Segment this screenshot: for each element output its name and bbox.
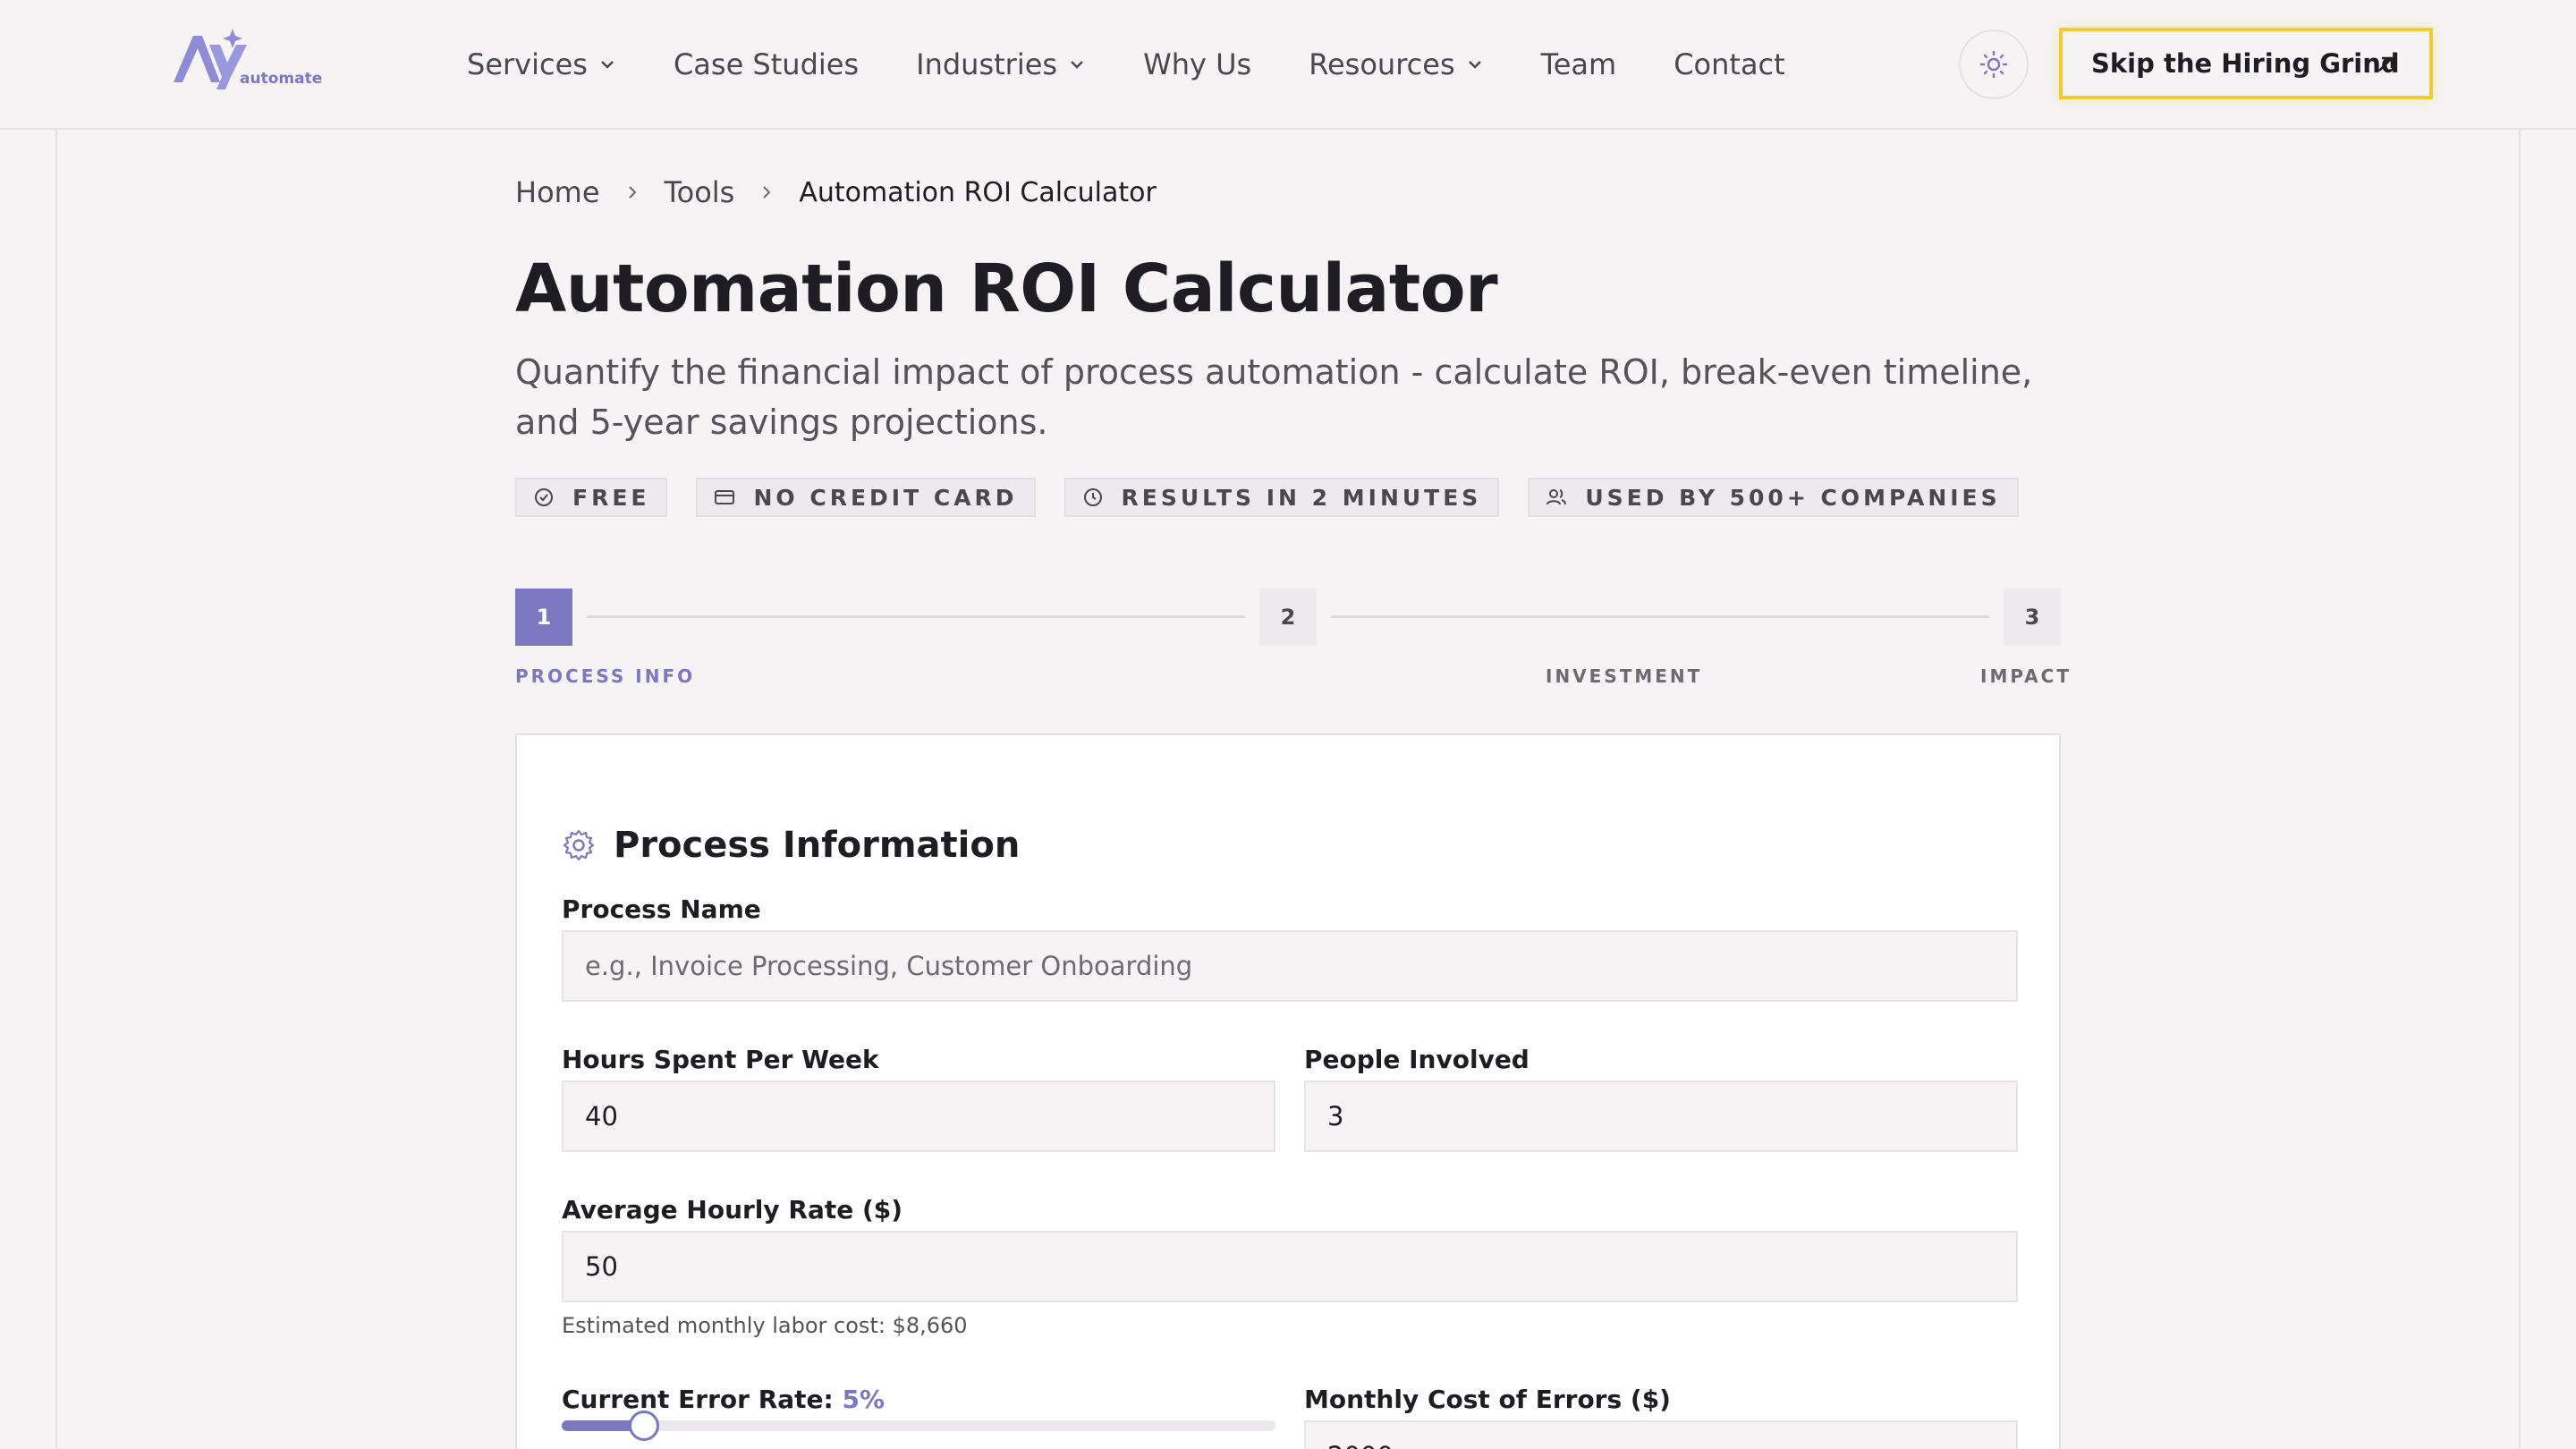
logo-text: automate bbox=[240, 70, 323, 88]
site-header: automate Services Case Studies Industrie… bbox=[0, 0, 2576, 130]
hours-per-week-label: Hours Spent Per Week bbox=[562, 1045, 879, 1074]
nav-label: Case Studies bbox=[673, 47, 860, 81]
step-2-label: INVESTMENT bbox=[1546, 665, 1703, 687]
step-2[interactable]: 2 bbox=[1259, 589, 1317, 646]
badge-results-time: RESULTS IN 2 MINUTES bbox=[1063, 478, 1500, 517]
page-border-left bbox=[55, 130, 57, 1449]
error-rate-label: Current Error Rate: 5% bbox=[562, 1385, 885, 1414]
step-3-label: IMPACT bbox=[1980, 665, 2072, 687]
hourly-rate-label: Average Hourly Rate ($) bbox=[562, 1195, 903, 1224]
main-nav: Services Case Studies Industries Why Us … bbox=[467, 41, 1843, 88]
clock-icon bbox=[1083, 488, 1102, 506]
nav-services[interactable]: Services bbox=[467, 47, 616, 81]
card-header: Process Information bbox=[562, 825, 1020, 866]
chevron-right-icon bbox=[763, 186, 771, 199]
logo-mark-icon bbox=[174, 29, 247, 89]
chevron-down-icon bbox=[1468, 61, 1481, 69]
nav-label: Contact bbox=[1674, 47, 1785, 81]
error-rate-value: 5% bbox=[842, 1385, 886, 1414]
chevron-down-icon bbox=[1071, 61, 1083, 69]
chevron-right-icon bbox=[628, 186, 636, 199]
skip-hiring-grind-button[interactable]: Skip the Hiring Grind bbox=[2059, 28, 2433, 99]
check-circle-icon bbox=[535, 488, 553, 506]
step-connector bbox=[1331, 615, 1989, 618]
cta-label: Skip the Hiring Grind bbox=[2091, 48, 2400, 79]
badge-no-credit-card: NO CREDIT CARD bbox=[696, 478, 1036, 517]
badge-used-by: USED BY 500+ COMPANIES bbox=[1528, 478, 2019, 517]
process-info-card: Process Information Process Name Hours S… bbox=[515, 733, 2061, 1449]
error-cost-input[interactable] bbox=[1304, 1420, 2018, 1449]
badge-label: RESULTS IN 2 MINUTES bbox=[1121, 484, 1482, 511]
gear-icon bbox=[563, 829, 595, 861]
badge-label: FREE bbox=[572, 484, 650, 511]
nav-case-studies[interactable]: Case Studies bbox=[674, 47, 859, 81]
nav-label: Team bbox=[1540, 47, 1617, 81]
error-rate-slider[interactable] bbox=[562, 1411, 1275, 1441]
hourly-rate-input[interactable] bbox=[562, 1231, 2018, 1302]
theme-toggle-button[interactable] bbox=[1959, 30, 2029, 99]
process-name-input[interactable] bbox=[562, 930, 2018, 1002]
nav-label: Why Us bbox=[1143, 47, 1252, 81]
labor-cost-hint: Estimated monthly labor cost: $8,660 bbox=[562, 1313, 968, 1338]
users-icon bbox=[1546, 489, 1567, 505]
nav-label: Industries bbox=[916, 47, 1058, 81]
error-rate-label-text: Current Error Rate: bbox=[562, 1385, 834, 1414]
step-1[interactable]: 1 bbox=[515, 589, 572, 646]
process-name-label: Process Name bbox=[562, 894, 761, 924]
nav-industries[interactable]: Industries bbox=[916, 47, 1086, 81]
error-cost-label: Monthly Cost of Errors ($) bbox=[1304, 1385, 1671, 1414]
logo[interactable]: automate bbox=[170, 27, 322, 91]
people-involved-label: People Involved bbox=[1304, 1045, 1530, 1074]
page-border-right bbox=[2519, 130, 2521, 1449]
step-3[interactable]: 3 bbox=[2004, 589, 2061, 646]
badge-free: FREE bbox=[515, 478, 668, 517]
breadcrumb-home[interactable]: Home bbox=[515, 175, 600, 209]
badge-label: NO CREDIT CARD bbox=[753, 484, 1018, 511]
nav-contact[interactable]: Contact bbox=[1674, 47, 1785, 81]
nav-label: Services bbox=[467, 47, 588, 81]
nav-resources[interactable]: Resources bbox=[1309, 47, 1483, 81]
step-1-label: PROCESS INFO bbox=[515, 665, 696, 687]
sun-icon bbox=[1979, 50, 2008, 79]
nav-label: Resources bbox=[1309, 47, 1455, 81]
section-title: Process Information bbox=[614, 825, 1021, 866]
people-involved-input[interactable] bbox=[1304, 1080, 2018, 1152]
page-title: Automation ROI Calculator bbox=[515, 250, 1498, 327]
hours-per-week-input[interactable] bbox=[562, 1080, 1275, 1152]
arrow-up-right-icon bbox=[2378, 56, 2394, 72]
nav-team[interactable]: Team bbox=[1541, 47, 1617, 81]
badge-label: USED BY 500+ COMPANIES bbox=[1585, 484, 2001, 511]
chevron-down-icon bbox=[601, 61, 614, 69]
nav-why-us[interactable]: Why Us bbox=[1143, 47, 1251, 81]
step-connector bbox=[587, 615, 1245, 618]
credit-card-icon bbox=[715, 490, 735, 504]
page-subtitle: Quantify the financial impact of process… bbox=[515, 352, 2033, 442]
slider-thumb[interactable] bbox=[628, 1411, 659, 1441]
breadcrumb-tools[interactable]: Tools bbox=[665, 175, 735, 209]
feature-badges: FREE NO CREDIT CARD RESULTS IN 2 MINUTES… bbox=[515, 478, 2047, 517]
breadcrumb-current: Automation ROI Calculator bbox=[799, 176, 1157, 208]
breadcrumb: Home Tools Automation ROI Calculator bbox=[515, 172, 1157, 213]
